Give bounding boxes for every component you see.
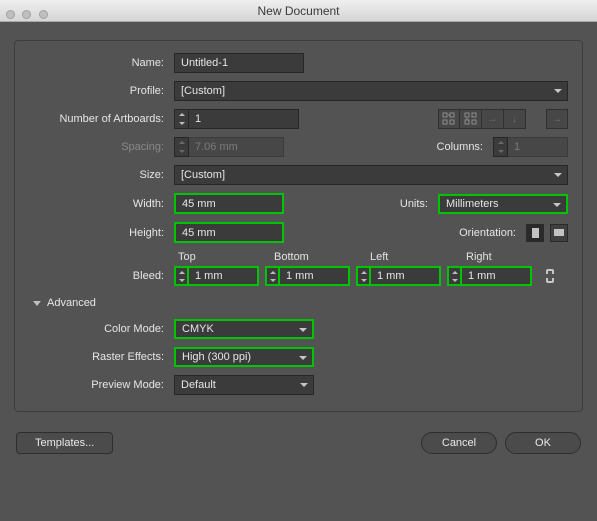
spacing-stepper: 7.06 mm <box>174 137 284 157</box>
grid-by-col-icon[interactable] <box>460 109 482 129</box>
spacing-value: 7.06 mm <box>189 137 284 157</box>
bleed-left-stepper[interactable]: 1 mm <box>356 266 441 286</box>
bleed-top-value[interactable]: 1 mm <box>189 266 259 286</box>
advanced-section-toggle[interactable]: Advanced <box>33 297 568 309</box>
artboards-stepper[interactable]: 1 <box>174 109 299 129</box>
bleed-label: Bleed: <box>29 270 168 282</box>
bleed-bottom-header: Bottom <box>274 251 364 263</box>
templates-button[interactable]: Templates... <box>16 432 113 454</box>
main-panel: Name: Profile: [Custom] Number of Artboa… <box>14 40 583 412</box>
size-select[interactable]: [Custom] <box>174 165 568 185</box>
advanced-label: Advanced <box>47 297 96 309</box>
profile-select[interactable]: [Custom] <box>174 81 568 101</box>
grid-by-row-icon[interactable] <box>438 109 460 129</box>
height-label: Height: <box>29 227 168 239</box>
name-label: Name: <box>29 57 168 69</box>
height-input[interactable] <box>174 222 284 243</box>
dialog-footer: Templates... Cancel OK <box>14 432 583 454</box>
bleed-bottom-value[interactable]: 1 mm <box>280 266 350 286</box>
dialog-body: Name: Profile: [Custom] Number of Artboa… <box>0 22 597 466</box>
preview-mode-label: Preview Mode: <box>29 379 168 391</box>
bleed-right-stepper[interactable]: 1 mm <box>447 266 532 286</box>
disclosure-triangle-icon <box>33 301 41 306</box>
columns-label: Columns: <box>412 141 487 153</box>
units-select[interactable]: Millimeters <box>438 194 568 214</box>
bleed-left-header: Left <box>370 251 460 263</box>
columns-value: 1 <box>508 137 568 157</box>
bleed-headers: Top Bottom Left Right <box>178 251 568 263</box>
preview-mode-select[interactable]: Default <box>174 375 314 395</box>
bleed-right-value[interactable]: 1 mm <box>462 266 532 286</box>
bleed-bottom-stepper[interactable]: 1 mm <box>265 266 350 286</box>
close-dot[interactable] <box>6 10 15 19</box>
profile-label: Profile: <box>29 85 168 97</box>
arrange-row-rtl-icon[interactable]: → <box>546 109 568 129</box>
spacing-label: Spacing: <box>29 141 168 153</box>
bleed-top-stepper[interactable]: 1 mm <box>174 266 259 286</box>
columns-stepper: 1 <box>493 137 568 157</box>
artboards-label: Number of Artboards: <box>29 113 168 125</box>
cancel-button[interactable]: Cancel <box>421 432 497 454</box>
artboards-value[interactable]: 1 <box>189 109 299 129</box>
window-title: New Document <box>257 4 339 18</box>
name-input[interactable] <box>174 53 304 73</box>
title-bar: New Document <box>0 0 597 22</box>
arrange-row-ltr-icon[interactable]: → <box>482 109 504 129</box>
window-controls <box>6 4 52 26</box>
ok-button[interactable]: OK <box>505 432 581 454</box>
orientation-portrait-icon[interactable] <box>526 224 544 242</box>
orientation-landscape-icon[interactable] <box>550 224 568 242</box>
color-mode-label: Color Mode: <box>29 323 168 335</box>
raster-effects-select[interactable]: High (300 ppi) <box>174 347 314 367</box>
bleed-right-header: Right <box>466 251 556 263</box>
units-label: Units: <box>357 198 432 210</box>
orientation-label: Orientation: <box>445 227 520 239</box>
artboard-arrangement-group: → ↓ <box>438 109 526 129</box>
width-label: Width: <box>29 198 168 210</box>
zoom-dot[interactable] <box>39 10 48 19</box>
width-input[interactable] <box>174 193 284 214</box>
color-mode-select[interactable]: CMYK <box>174 319 314 339</box>
arrange-col-icon[interactable]: ↓ <box>504 109 526 129</box>
bleed-link-icon[interactable] <box>542 265 558 287</box>
size-label: Size: <box>29 169 168 181</box>
bleed-left-value[interactable]: 1 mm <box>371 266 441 286</box>
raster-effects-label: Raster Effects: <box>29 351 168 363</box>
bleed-top-header: Top <box>178 251 268 263</box>
minimize-dot[interactable] <box>22 10 31 19</box>
